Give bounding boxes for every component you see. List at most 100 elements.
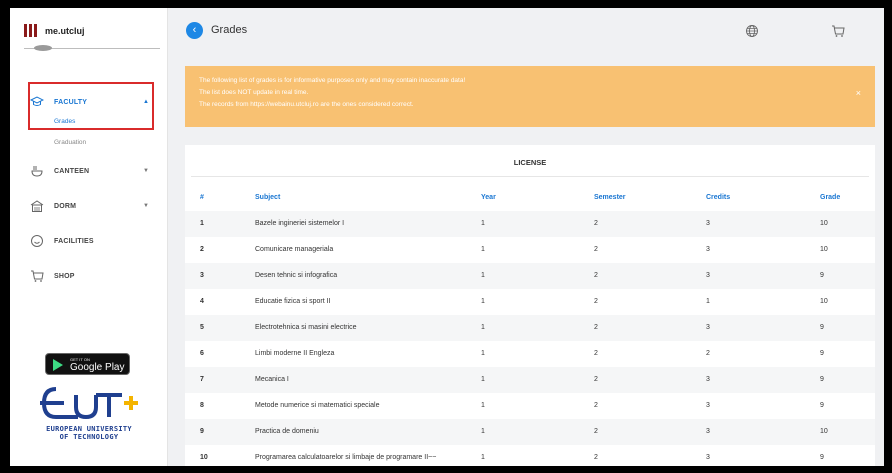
- year-cell: 1: [481, 454, 485, 461]
- sidebar-subitem-grades[interactable]: Grades: [54, 118, 75, 125]
- credits-cell: 2: [706, 350, 710, 357]
- column-header-semester[interactable]: Semester: [594, 194, 626, 201]
- row-index: 5: [200, 324, 204, 331]
- table-row[interactable]: 4 Educatie fizica si sport II 1 2 1 10: [185, 289, 875, 315]
- chevron-down-icon: ▼: [143, 203, 149, 209]
- year-cell: 1: [481, 376, 485, 383]
- row-index: 2: [200, 246, 204, 253]
- grade-cell: 10: [820, 428, 828, 435]
- sidebar-item-label: SHOP: [54, 272, 75, 280]
- table-row[interactable]: 7 Mecanica I 1 2 3 9: [185, 367, 875, 393]
- grade-cell: 9: [820, 272, 824, 279]
- table-row[interactable]: 10 Programarea calculatoarelor si limbaj…: [185, 445, 875, 466]
- building-icon: [30, 199, 44, 213]
- sidebar-item-shop[interactable]: SHOP: [10, 263, 168, 289]
- app-window: me.utcluj FACULTY ▲ Grades Graduation CA…: [10, 8, 884, 466]
- subject-cell: Metode numerice si matematici speciale: [255, 402, 380, 409]
- subject-cell: Practica de domeniu: [255, 428, 319, 435]
- credits-cell: 3: [706, 376, 710, 383]
- page-title: Grades: [211, 24, 248, 36]
- sidebar-subitem-graduation[interactable]: Graduation: [54, 139, 86, 146]
- sidebar-item-label: FACILITIES: [54, 237, 94, 245]
- utcluj-logo-icon: [24, 24, 37, 37]
- chevron-left-icon: ‹: [192, 24, 197, 36]
- divider: [191, 176, 869, 177]
- year-cell: 1: [481, 428, 485, 435]
- google-play-text: Google Play: [70, 362, 125, 373]
- subject-cell: Educatie fizica si sport II: [255, 298, 331, 305]
- sidebar-item-facilities[interactable]: FACILITIES: [10, 228, 168, 254]
- table-title: LICENSE: [513, 158, 547, 167]
- grade-cell: 9: [820, 376, 824, 383]
- sidebar-item-canteen[interactable]: CANTEEN ▼: [10, 158, 168, 184]
- column-header-year[interactable]: Year: [481, 194, 496, 201]
- cart-icon[interactable]: [831, 24, 845, 38]
- row-index: 1: [200, 220, 204, 227]
- year-cell: 1: [481, 272, 485, 279]
- row-index: 6: [200, 350, 204, 357]
- year-cell: 1: [481, 246, 485, 253]
- table-row[interactable]: 1 Bazele ingineriei sistemelor I 1 2 3 1…: [185, 211, 875, 237]
- subject-cell: Bazele ingineriei sistemelor I: [255, 220, 345, 227]
- grade-cell: 9: [820, 402, 824, 409]
- back-button[interactable]: ‹: [186, 22, 203, 39]
- semester-cell: 2: [594, 272, 598, 279]
- subject-cell: Programarea calculatoarelor si limbaje d…: [255, 454, 437, 461]
- chevron-down-icon: ▼: [143, 168, 149, 174]
- subject-cell: Comunicare manageriala: [255, 246, 334, 253]
- subject-cell: Limbi moderne II Engleza: [255, 350, 335, 357]
- brand-name: me.utcluj: [45, 25, 85, 36]
- table-row[interactable]: 3 Desen tehnic si infografica 1 2 3 9: [185, 263, 875, 289]
- globe-icon[interactable]: [745, 24, 759, 38]
- eut-logo: [40, 387, 138, 420]
- grades-table-card: LICENSE # Subject Year Semester Credits …: [185, 145, 875, 466]
- sidebar: me.utcluj FACULTY ▲ Grades Graduation CA…: [10, 8, 168, 466]
- credits-cell: 3: [706, 220, 710, 227]
- table-row[interactable]: 5 Electrotehnica si masini electrice 1 2…: [185, 315, 875, 341]
- top-bar: ‹ Grades: [168, 8, 884, 54]
- sidebar-item-faculty[interactable]: FACULTY ▲: [10, 89, 168, 115]
- google-play-badge[interactable]: GET IT ON Google Play: [45, 353, 130, 375]
- collapse-handle[interactable]: [34, 45, 52, 51]
- semester-cell: 2: [594, 246, 598, 253]
- semester-cell: 2: [594, 350, 598, 357]
- sidebar-item-label: DORM: [54, 202, 77, 210]
- table-row[interactable]: 2 Comunicare manageriala 1 2 3 10: [185, 237, 875, 263]
- table-row[interactable]: 8 Metode numerice si matematici speciale…: [185, 393, 875, 419]
- play-store-icon: [53, 359, 63, 371]
- credits-cell: 3: [706, 246, 710, 253]
- eut-name-line2: OF TECHNOLOGY: [59, 433, 119, 441]
- year-cell: 1: [481, 220, 485, 227]
- close-icon[interactable]: ×: [856, 87, 861, 99]
- semester-cell: 2: [594, 376, 598, 383]
- graduation-cap-icon: [30, 95, 44, 109]
- grade-cell: 10: [820, 220, 828, 227]
- row-index: 7: [200, 376, 204, 383]
- grade-cell: 9: [820, 454, 824, 461]
- credits-cell: 3: [706, 272, 710, 279]
- credits-cell: 3: [706, 454, 710, 461]
- cart-icon: [30, 269, 44, 283]
- year-cell: 1: [481, 402, 485, 409]
- row-index: 8: [200, 402, 204, 409]
- sidebar-item-label: CANTEEN: [54, 167, 90, 175]
- semester-cell: 2: [594, 402, 598, 409]
- credits-cell: 3: [706, 324, 710, 331]
- sidebar-item-dorm[interactable]: DORM ▼: [10, 193, 168, 219]
- banner-line: The following list of grades is for info…: [199, 77, 466, 84]
- table-row[interactable]: 9 Practica de domeniu 1 2 3 10: [185, 419, 875, 445]
- column-header-grade[interactable]: Grade: [820, 194, 840, 201]
- year-cell: 1: [481, 350, 485, 357]
- column-header-index: #: [200, 194, 204, 201]
- table-row[interactable]: 6 Limbi moderne II Engleza 1 2 2 9: [185, 341, 875, 367]
- table-header-row: # Subject Year Semester Credits Grade: [185, 185, 875, 211]
- grade-cell: 9: [820, 324, 824, 331]
- credits-cell: 3: [706, 428, 710, 435]
- subject-cell: Mecanica I: [255, 376, 289, 383]
- sidebar-item-label: FACULTY: [54, 98, 88, 106]
- eut-name-line1: EUROPEAN UNIVERSITY: [46, 425, 132, 433]
- semester-cell: 2: [594, 220, 598, 227]
- column-header-credits[interactable]: Credits: [706, 194, 730, 201]
- brand[interactable]: me.utcluj: [24, 24, 85, 37]
- column-header-subject[interactable]: Subject: [255, 194, 280, 201]
